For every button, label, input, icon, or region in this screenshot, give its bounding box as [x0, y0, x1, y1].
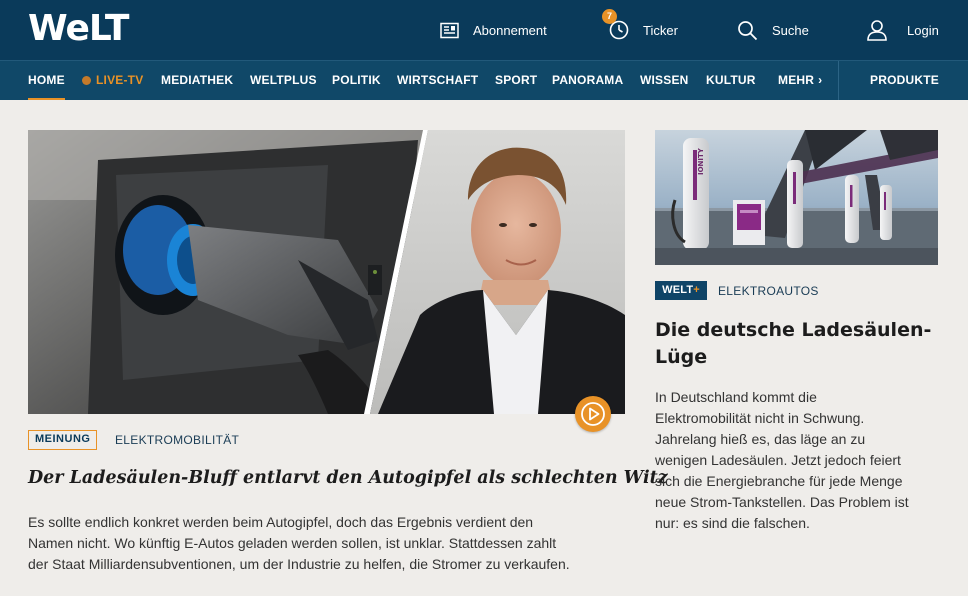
- nav-produkte-label: PRODUKTE: [870, 73, 939, 87]
- main-article-kicker[interactable]: ELEKTROMOBILITÄT: [115, 433, 239, 447]
- search-icon: [737, 20, 758, 41]
- nav-kultur-label: KULTUR: [706, 73, 756, 87]
- weltplus-badge: WELT+: [655, 281, 707, 300]
- side-article-kicker[interactable]: ELEKTROAUTOS: [718, 284, 819, 298]
- top-header: WeLT Abonnement 7 Ticker Suche Login: [0, 0, 968, 60]
- login-link[interactable]: Login: [866, 0, 939, 60]
- side-headline-line: Lüge: [655, 346, 708, 368]
- abonnement-label: Abonnement: [473, 22, 547, 38]
- ticker-link[interactable]: 7 Ticker: [602, 0, 678, 60]
- ionity-sign-text: IONITY: [697, 147, 705, 175]
- nav-item-live-tv[interactable]: LIVE-TV: [82, 61, 143, 100]
- nav-item-panorama[interactable]: PANORAMA: [552, 61, 623, 100]
- play-icon: [575, 396, 611, 432]
- search-label: Suche: [772, 22, 809, 38]
- nav-mehr-label: MEHR: [778, 73, 815, 87]
- nav-item-mehr[interactable]: MEHR ›: [778, 61, 822, 100]
- nav-item-home[interactable]: HOME: [28, 61, 65, 100]
- side-headline-line: Die deutsche Ladesäulen-: [655, 319, 932, 341]
- nav-item-mediathek[interactable]: MEDIATHEK: [161, 61, 233, 100]
- ticker-count-badge: 7: [602, 9, 617, 24]
- teaser-line: neue Strom-Tankstellen. Das Problem ist: [655, 494, 909, 510]
- nav-weltplus-label: WELTPLUS: [250, 73, 317, 87]
- search-link[interactable]: Suche: [737, 0, 809, 60]
- nav-wirtschaft-label: WIRTSCHAFT: [397, 73, 479, 87]
- nav-divider: [838, 61, 839, 100]
- weltplus-badge-text: WELT: [662, 284, 694, 296]
- main-article-headline[interactable]: Der Ladesäulen-Bluff entlarvt den Autogi…: [28, 466, 668, 490]
- nav-item-produkte[interactable]: PRODUKTE: [870, 61, 939, 100]
- side-article-headline[interactable]: Die deutsche Ladesäulen- Lüge: [655, 317, 945, 371]
- nav-panorama-label: PANORAMA: [552, 73, 624, 87]
- nav-item-sport[interactable]: SPORT: [495, 61, 537, 100]
- welt-logo[interactable]: WeLT: [28, 11, 129, 47]
- newspaper-icon: [440, 22, 459, 39]
- teaser-line: nur: es sind die falschen.: [655, 515, 810, 531]
- main-article-image[interactable]: [28, 130, 625, 414]
- teaser-line: Es sollte endlich konkret werden beim Au…: [28, 514, 534, 530]
- chevron-right-icon: ›: [818, 73, 823, 87]
- ticker-label: Ticker: [643, 22, 678, 38]
- nav-home-label: HOME: [28, 73, 65, 87]
- nav-sport-label: SPORT: [495, 73, 538, 87]
- live-dot-icon: [82, 76, 91, 85]
- nav-live-tv-label: LIVE-TV: [96, 73, 144, 87]
- teaser-line: Jahrelang hieß es, das läge an zu: [655, 431, 866, 447]
- teaser-line: In Deutschland kommt die: [655, 389, 817, 405]
- meinung-tag: MEINUNG: [28, 430, 98, 450]
- login-label: Login: [907, 22, 939, 38]
- nav-item-wirtschaft[interactable]: WIRTSCHAFT: [397, 61, 478, 100]
- side-article-image[interactable]: IONITY: [655, 130, 938, 265]
- teaser-line: Elektromobilität nicht in Schwung.: [655, 410, 865, 426]
- teaser-line: der Staat Milliardensubventionen, um der…: [28, 556, 570, 572]
- weltplus-plus-sign: +: [693, 284, 700, 296]
- nav-wissen-label: WISSEN: [640, 73, 689, 87]
- main-navigation: HOME LIVE-TV MEDIATHEK WELTPLUS POLITIK …: [0, 60, 968, 100]
- nav-item-wissen[interactable]: WISSEN: [640, 61, 689, 100]
- nav-item-weltplus[interactable]: WELTPLUS: [250, 61, 317, 100]
- abonnement-link[interactable]: Abonnement: [440, 0, 547, 60]
- nav-item-politik[interactable]: POLITIK: [332, 61, 381, 100]
- nav-mediathek-label: MEDIATHEK: [161, 73, 234, 87]
- teaser-line: sich die Energiebranche für jede Menge: [655, 473, 903, 489]
- nav-politik-label: POLITIK: [332, 73, 381, 87]
- user-icon: [866, 19, 888, 41]
- teaser-line: wenigen Ladesäulen. Jetzt jedoch feiert: [655, 452, 901, 468]
- teaser-line: Namen nicht. Wo künftig E-Autos geladen …: [28, 535, 557, 551]
- play-video-button[interactable]: [575, 396, 611, 432]
- nav-item-kultur[interactable]: KULTUR: [706, 61, 756, 100]
